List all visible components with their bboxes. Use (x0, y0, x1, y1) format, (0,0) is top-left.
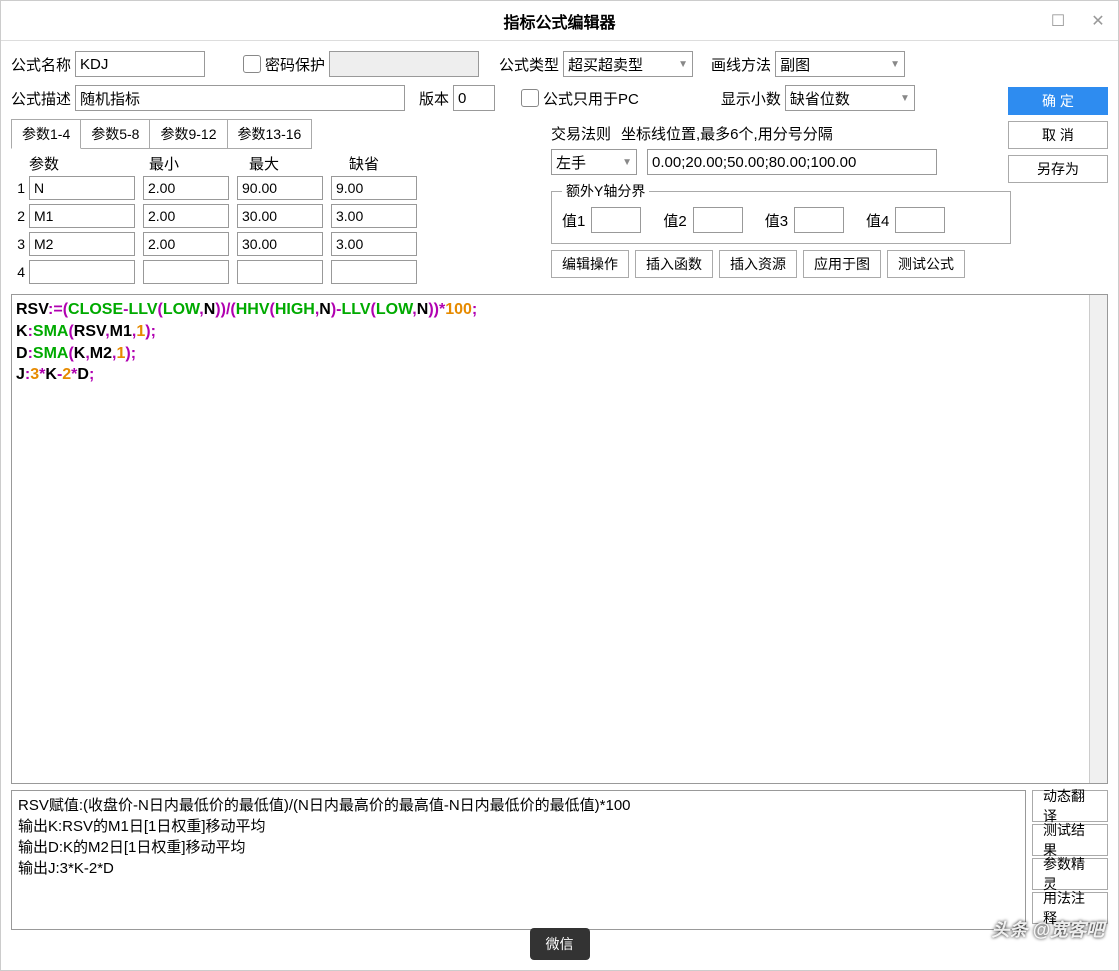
decimals-select[interactable]: 缺省位数▼ (785, 85, 915, 111)
param-row: 2 (11, 202, 531, 230)
param-min-input[interactable] (143, 204, 229, 228)
pconly-checkbox[interactable] (521, 89, 539, 107)
param-min-input[interactable] (143, 232, 229, 256)
label-coord-hint: 坐标线位置,最多6个,用分号分隔 (621, 123, 833, 144)
edit-op-button[interactable]: 编辑操作 (551, 250, 629, 278)
param-min-input[interactable] (143, 260, 229, 284)
yaxis-fieldset: 额外Y轴分界 值1 值2 值3 值4 (551, 181, 1011, 244)
param-def-input[interactable] (331, 176, 417, 200)
label-y1: 值1 (562, 210, 585, 231)
param-min-input[interactable] (143, 176, 229, 200)
test-button[interactable]: 测试公式 (887, 250, 965, 278)
param-name-input[interactable] (29, 204, 135, 228)
param-index: 1 (11, 180, 29, 196)
param-index: 2 (11, 208, 29, 224)
hdr-param: 参数 (29, 153, 149, 174)
y1-input[interactable] (591, 207, 641, 233)
name-input[interactable] (75, 51, 205, 77)
apply-button[interactable]: 应用于图 (803, 250, 881, 278)
desc-line: 输出D:K的M2日[1日权重]移动平均 (18, 837, 1019, 858)
label-y4: 值4 (866, 210, 889, 231)
desc-line: 输出J:3*K-2*D (18, 858, 1019, 879)
password-checkbox[interactable] (243, 55, 261, 73)
param-def-input[interactable] (331, 204, 417, 228)
tab-param-5-8[interactable]: 参数5-8 (80, 119, 150, 149)
coord-input[interactable] (647, 149, 937, 175)
param-max-input[interactable] (237, 204, 323, 228)
y3-input[interactable] (794, 207, 844, 233)
yaxis-legend: 额外Y轴分界 (562, 181, 649, 201)
label-version: 版本 (419, 88, 449, 109)
param-name-input[interactable] (29, 176, 135, 200)
param-table: 参数 最小 最大 缺省 1 2 3 4 (11, 153, 531, 286)
ok-button[interactable]: 确 定 (1008, 87, 1108, 115)
dyn-trans-button[interactable]: 动态翻译 (1032, 790, 1108, 822)
insert-fn-button[interactable]: 插入函数 (635, 250, 713, 278)
desc-line: RSV赋值:(收盘价-N日内最低价的最低值)/(N日内最高价的最高值-N日内最低… (18, 795, 1019, 816)
desc-input[interactable] (75, 85, 405, 111)
param-name-input[interactable] (29, 260, 135, 284)
param-index: 4 (11, 264, 29, 280)
desc-line: 输出K:RSV的M1日[1日权重]移动平均 (18, 816, 1019, 837)
draw-select[interactable]: 副图▼ (775, 51, 905, 77)
label-desc: 公式描述 (11, 88, 71, 109)
password-input (329, 51, 479, 77)
formula-editor[interactable]: RSV:=(CLOSE-LLV(LOW,N))/(HHV(HIGH,N)-LLV… (11, 294, 1108, 784)
version-input[interactable] (453, 85, 495, 111)
param-tabs: 参数1-4 参数5-8 参数9-12 参数13-16 (11, 119, 531, 149)
type-select[interactable]: 超买超卖型▼ (563, 51, 693, 77)
rule-select[interactable]: 左手▼ (551, 149, 637, 175)
param-max-input[interactable] (237, 176, 323, 200)
label-name: 公式名称 (11, 54, 71, 75)
param-name-input[interactable] (29, 232, 135, 256)
saveas-button[interactable]: 另存为 (1008, 155, 1108, 183)
label-y2: 值2 (663, 210, 686, 231)
param-max-input[interactable] (237, 260, 323, 284)
close-button[interactable]: ✕ (1078, 1, 1118, 41)
label-password: 密码保护 (265, 54, 325, 75)
cancel-button[interactable]: 取 消 (1008, 121, 1108, 149)
param-def-input[interactable] (331, 232, 417, 256)
window-title: 指标公式编辑器 (503, 9, 615, 33)
label-y3: 值3 (765, 210, 788, 231)
description-box: RSV赋值:(收盘价-N日内最低价的最低值)/(N日内最高价的最高值-N日内最低… (11, 790, 1026, 930)
y2-input[interactable] (693, 207, 743, 233)
label-draw: 画线方法 (711, 54, 771, 75)
label-decimals: 显示小数 (721, 88, 781, 109)
toast-notification: 微信 (530, 928, 590, 960)
tab-param-9-12[interactable]: 参数9-12 (149, 119, 227, 149)
watermark: 头条 @宽客吧 (991, 916, 1104, 942)
hdr-min: 最小 (149, 153, 249, 174)
minimize-button[interactable]: ☐ (1038, 1, 1078, 41)
param-row: 1 (11, 174, 531, 202)
tab-param-1-4[interactable]: 参数1-4 (11, 119, 81, 149)
param-row: 3 (11, 230, 531, 258)
insert-res-button[interactable]: 插入资源 (719, 250, 797, 278)
tab-param-13-16[interactable]: 参数13-16 (227, 119, 313, 149)
editor-window: 指标公式编辑器 ☐ ✕ 公式名称 密码保护 公式类型 超买超卖型▼ 画线方法 副… (0, 0, 1119, 971)
test-res-button[interactable]: 测试结果 (1032, 824, 1108, 856)
scrollbar[interactable] (1089, 295, 1107, 783)
label-rule: 交易法则 (551, 123, 611, 144)
param-def-input[interactable] (331, 260, 417, 284)
param-row: 4 (11, 258, 531, 286)
label-pconly: 公式只用于PC (543, 88, 639, 109)
hdr-def: 缺省 (349, 153, 439, 174)
param-max-input[interactable] (237, 232, 323, 256)
param-wiz-button[interactable]: 参数精灵 (1032, 858, 1108, 890)
param-index: 3 (11, 236, 29, 252)
y4-input[interactable] (895, 207, 945, 233)
titlebar: 指标公式编辑器 ☐ ✕ (1, 1, 1118, 41)
label-type: 公式类型 (499, 54, 559, 75)
hdr-max: 最大 (249, 153, 349, 174)
